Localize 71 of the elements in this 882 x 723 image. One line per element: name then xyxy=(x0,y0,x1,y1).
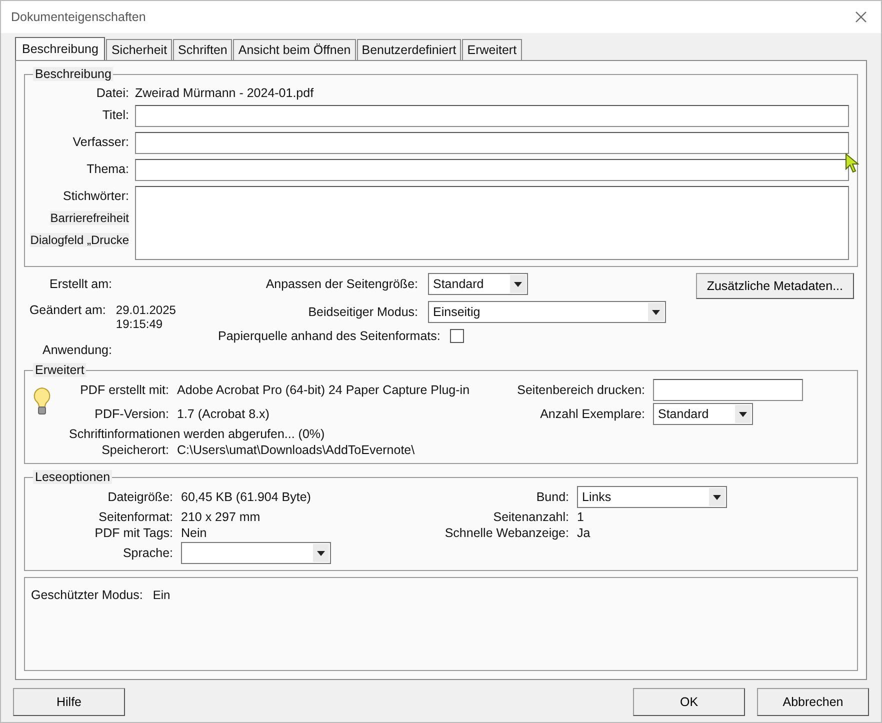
section-legend: Barrierefreiheit xyxy=(50,211,129,225)
info-value: Ja xyxy=(577,526,592,540)
section-legend: Dialogfeld „Drucke xyxy=(30,233,129,247)
field-label: Stichwörter: xyxy=(63,188,129,203)
dropdown[interactable]: Standard xyxy=(653,403,753,425)
file-name: Zweirad Mürmann - 2024-01.pdf xyxy=(135,85,315,100)
field-label: Thema: xyxy=(86,161,129,176)
group-legend: Erweitert xyxy=(33,363,86,377)
date-label: Geändert am: xyxy=(28,303,106,319)
help-button[interactable]: Hilfe xyxy=(13,688,125,716)
info-label: PDF mit Tags: xyxy=(94,526,173,540)
option-label: Anpassen der Seitengröße: xyxy=(264,277,418,291)
date-value: 29.01.2025 19:15:49 xyxy=(116,303,177,331)
info-label: PDF-Version: xyxy=(94,407,169,421)
group-legend: Beschreibung xyxy=(33,67,114,81)
text-field[interactable] xyxy=(135,105,849,127)
pointer-icon xyxy=(845,153,859,173)
info-label: Sprache: xyxy=(122,546,173,560)
ok-button[interactable]: OK xyxy=(633,688,745,716)
info-label: Schnelle Webanzeige: xyxy=(444,526,569,540)
caret-icon xyxy=(652,310,660,314)
info-value: Adobe Acrobat Pro (64-bit) 24 Paper Capture Plug-in xyxy=(177,383,471,397)
dropdown[interactable]: Links xyxy=(577,486,727,508)
tab[interactable]: Schriften xyxy=(173,39,232,60)
tab[interactable]: Benutzerdefiniert xyxy=(356,39,462,60)
info-value: 1 xyxy=(577,510,585,524)
tab[interactable]: Ansicht beim Öffnen xyxy=(233,39,356,60)
lightbulb-icon xyxy=(33,387,51,417)
info-value: 60,45 KB (61.904 Byte) xyxy=(181,490,312,504)
tab[interactable]: Beschreibung xyxy=(15,37,106,60)
field-label: Verfasser: xyxy=(72,134,129,149)
info-label: Seitenformat: xyxy=(98,510,173,524)
cancel-button[interactable]: Abbrechen xyxy=(757,688,869,716)
field-label: Datei: xyxy=(95,85,129,100)
info-value: 210 x 297 mm xyxy=(181,510,262,524)
caret-icon xyxy=(317,550,325,556)
date-label: Anwendung: xyxy=(41,343,112,357)
close-icon[interactable] xyxy=(855,11,867,23)
info-label: PDF erstellt mit: xyxy=(79,383,169,397)
option-label: Papierquelle anhand des Seitenformats: xyxy=(218,329,440,343)
info-label: Seitenanzahl: xyxy=(492,510,569,524)
info-value: 1.7 (Acrobat 8.x) xyxy=(177,407,270,421)
window-title: Dokumenteigenschaften xyxy=(11,10,146,24)
field-label: Titel: xyxy=(102,107,129,122)
dropdown[interactable]: Einseitig xyxy=(428,301,666,323)
tab[interactable]: Erweitert xyxy=(462,39,522,60)
option-label: Beidseitiger Modus: xyxy=(307,305,418,319)
dropdown[interactable]: Standard xyxy=(428,273,528,295)
info-label: Anzahl Exemplare: xyxy=(539,407,645,421)
group-legend: Leseoptionen xyxy=(33,470,112,484)
text-field[interactable] xyxy=(135,159,849,181)
text-field[interactable] xyxy=(653,379,803,401)
tab[interactable]: Sicherheit xyxy=(106,39,172,60)
info-value: Nein xyxy=(181,526,208,540)
info-label: Dateigröße: xyxy=(106,490,173,504)
info-value: C:\Users\umat\Downloads\AddToEvernote\ xyxy=(177,443,416,457)
info-label: Speicherort: xyxy=(100,443,169,457)
info-value: Ein xyxy=(152,588,170,602)
caret-icon xyxy=(739,412,747,416)
keywords-field[interactable] xyxy=(135,186,849,260)
info-label: Bund: xyxy=(535,490,569,504)
info-label: Seitenbereich drucken: xyxy=(516,383,645,397)
date-label: Erstellt am: xyxy=(48,277,112,291)
checkbox[interactable] xyxy=(450,329,464,343)
dropdown[interactable] xyxy=(181,542,331,564)
caret-icon xyxy=(713,494,721,500)
info-label: Geschützter Modus: xyxy=(31,588,143,602)
metadata-button[interactable]: Zusätzliche Metadaten... xyxy=(696,273,854,299)
text-field[interactable] xyxy=(135,132,849,154)
caret-icon xyxy=(514,282,522,286)
status-text: Schriftinformationen werden abgerufen... (0%) xyxy=(68,427,326,441)
